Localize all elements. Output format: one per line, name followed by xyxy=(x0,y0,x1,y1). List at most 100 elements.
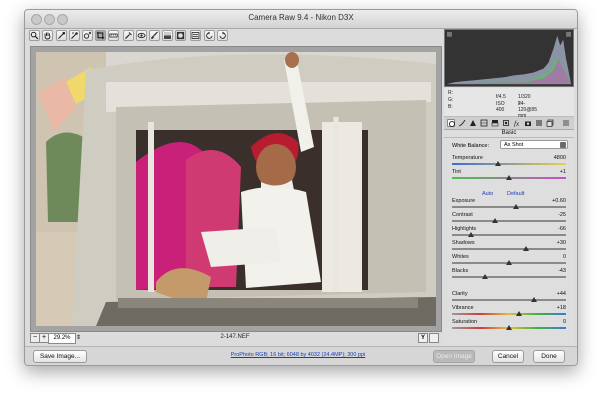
slider-label: Contrast xyxy=(452,212,473,218)
spot-removal-tool[interactable] xyxy=(123,30,134,41)
slider-value[interactable]: +30 xyxy=(557,240,566,246)
red-eye-removal-tool[interactable] xyxy=(136,30,147,41)
white-balance-tool-icon xyxy=(58,31,66,39)
slider-track[interactable] xyxy=(452,206,566,208)
slider-track[interactable] xyxy=(452,313,566,315)
image-preview-area[interactable] xyxy=(30,46,442,332)
red-readout-label: R: xyxy=(448,90,453,96)
slider-thumb[interactable] xyxy=(468,232,475,237)
slider-value[interactable]: 4800 xyxy=(554,155,566,161)
slider-thumb[interactable] xyxy=(512,204,519,209)
preferences-button[interactable] xyxy=(190,30,201,41)
tab-tone-curve[interactable] xyxy=(458,119,466,127)
slider-track[interactable] xyxy=(452,220,566,222)
tool-bar xyxy=(29,29,461,43)
slider-value[interactable]: +18 xyxy=(557,305,566,311)
tone-curve-icon xyxy=(458,119,466,127)
cancel-button[interactable]: Cancel xyxy=(492,350,524,363)
status-bar: − + 29.2% ⇕ 2-147.NEF Y xyxy=(30,332,440,344)
tab-split-toning[interactable] xyxy=(491,119,499,127)
slider-thumb[interactable] xyxy=(516,311,523,316)
slider-thumb[interactable] xyxy=(523,246,530,251)
straighten-tool[interactable] xyxy=(108,30,119,41)
slider-tint[interactable]: Tint +1 xyxy=(452,169,566,181)
radial-filter-tool-icon xyxy=(176,31,185,40)
radial-filter-tool[interactable] xyxy=(175,30,186,41)
hand-tool[interactable] xyxy=(42,30,53,41)
slider-track[interactable] xyxy=(452,163,566,165)
graduated-filter-tool-icon xyxy=(164,32,171,39)
preferences-icon xyxy=(191,32,200,39)
slider-value[interactable]: -25 xyxy=(558,212,566,218)
default-link[interactable]: Default xyxy=(507,191,524,197)
slider-value[interactable]: -66 xyxy=(558,226,566,232)
slider-highlights[interactable]: Highlights -66 xyxy=(452,226,566,238)
zoom-level-field[interactable]: 29.2% xyxy=(48,333,76,344)
slider-track[interactable] xyxy=(452,276,566,278)
photo-preview xyxy=(36,52,436,326)
slider-track[interactable] xyxy=(452,299,566,301)
open-image-button[interactable]: Open Image xyxy=(433,350,475,363)
targeted-adjustment-tool[interactable] xyxy=(82,30,93,41)
preview-settings-icon[interactable] xyxy=(429,333,439,343)
tab-basic[interactable] xyxy=(447,119,456,128)
slider-value[interactable]: -43 xyxy=(558,268,566,274)
adjustment-brush-tool[interactable] xyxy=(149,30,160,41)
graduated-filter-tool[interactable] xyxy=(162,30,173,41)
done-button[interactable]: Done xyxy=(533,350,565,363)
aperture-value: f/4.5 xyxy=(496,94,506,100)
histogram xyxy=(444,29,574,87)
slider-value[interactable]: +44 xyxy=(557,291,566,297)
slider-thumb[interactable] xyxy=(482,274,489,279)
tab-camera-calibration[interactable] xyxy=(524,119,532,127)
slider-thumb[interactable] xyxy=(506,260,512,265)
rotate-cw-button[interactable] xyxy=(217,30,228,41)
slider-thumb[interactable] xyxy=(492,218,499,223)
white-balance-select[interactable]: As Shot xyxy=(500,140,568,149)
slider-thumb[interactable] xyxy=(506,325,512,330)
slider-temperature[interactable]: Temperature 4800 xyxy=(452,155,566,167)
slider-blacks[interactable]: Blacks -43 xyxy=(452,268,566,280)
spot-removal-tool-icon xyxy=(125,32,132,39)
color-sampler-tool[interactable] xyxy=(69,30,80,41)
slider-value[interactable]: 0 xyxy=(563,319,566,325)
rotate-ccw-button[interactable] xyxy=(204,30,215,41)
white-balance-tool[interactable] xyxy=(56,30,67,41)
effects-icon: fx xyxy=(514,120,520,127)
presets-icon xyxy=(536,120,542,126)
slider-value[interactable]: +1 xyxy=(560,169,566,175)
zoom-tool[interactable] xyxy=(29,30,40,41)
panel-menu-button[interactable] xyxy=(562,119,570,127)
crop-tool-icon xyxy=(96,31,105,40)
tab-effects[interactable]: fx xyxy=(513,119,521,127)
slider-value[interactable]: +0.60 xyxy=(552,198,566,204)
tab-detail[interactable] xyxy=(469,119,477,127)
slider-vibrance[interactable]: Vibrance +18 xyxy=(452,305,566,317)
snapshots-icon xyxy=(546,119,554,127)
iso-value: ISO 400 xyxy=(496,101,505,113)
slider-contrast[interactable]: Contrast -25 xyxy=(452,212,566,224)
slider-exposure[interactable]: Exposure +0.60 xyxy=(452,198,566,210)
slider-saturation[interactable]: Saturation 0 xyxy=(452,319,566,331)
workflow-options-link[interactable]: ProPhoto RGB; 16 bit; 6048 by 4032 (24.4… xyxy=(213,352,383,358)
slider-shadows[interactable]: Shadows +30 xyxy=(452,240,566,252)
file-name: 2-147.NEF xyxy=(220,334,250,340)
zoom-dropdown-icon[interactable]: ⇕ xyxy=(76,334,82,342)
slider-thumb[interactable] xyxy=(494,161,501,166)
tab-hsl[interactable] xyxy=(480,119,488,127)
slider-thumb[interactable] xyxy=(531,297,538,302)
tab-snapshots[interactable] xyxy=(546,119,554,127)
before-after-toggle-icon[interactable]: Y xyxy=(418,333,428,343)
slider-thumb[interactable] xyxy=(506,175,512,180)
crop-tool[interactable] xyxy=(95,30,106,41)
slider-clarity[interactable]: Clarity +44 xyxy=(452,291,566,303)
tab-lens-corrections[interactable] xyxy=(502,119,510,127)
bottom-bar: Save Image... ProPhoto RGB; 16 bit; 6048… xyxy=(25,346,577,365)
slider-track[interactable] xyxy=(452,248,566,250)
save-image-button[interactable]: Save Image... xyxy=(33,350,87,363)
auto-link[interactable]: Auto xyxy=(482,191,493,197)
green-readout-label: G: xyxy=(448,97,454,103)
tab-presets[interactable] xyxy=(535,119,543,127)
slider-whites[interactable]: Whites 0 xyxy=(452,254,566,266)
slider-value[interactable]: 0 xyxy=(563,254,566,260)
